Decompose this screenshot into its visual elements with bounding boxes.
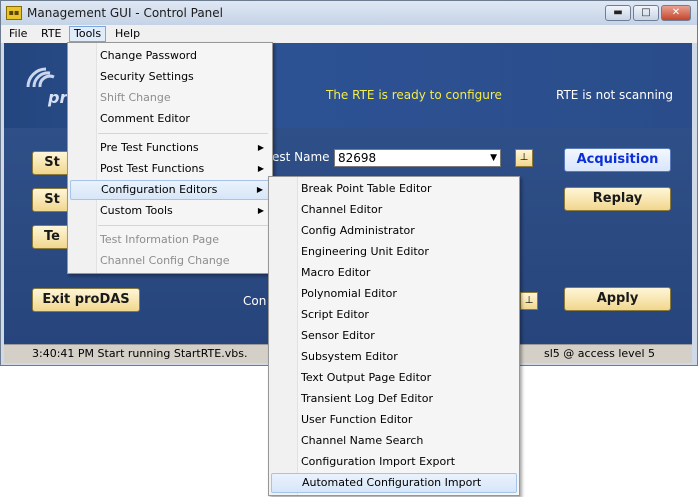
con-label: Con (243, 294, 267, 308)
menu-test-information-page: Test Information Page (100, 233, 219, 246)
app-icon[interactable]: ▪▪ (6, 6, 22, 20)
menu-change-password[interactable]: Change Password (70, 46, 270, 66)
menu-config-administrator[interactable]: Config Administrator (271, 221, 517, 241)
maximize-button[interactable]: □ (633, 5, 659, 21)
pin-icon[interactable]: ⊥ (515, 149, 533, 167)
acquisition-button[interactable]: Acquisition (564, 148, 671, 172)
title-bar[interactable]: ▪▪ Management GUI - Control Panel ▬ □ ✕ (1, 1, 697, 25)
menu-channel-editor[interactable]: Channel Editor (271, 200, 517, 220)
menu-pre-test-functions[interactable]: Pre Test Functions ▶ (70, 138, 270, 158)
rte-scan-status: RTE is not scanning (556, 88, 674, 102)
menu-polynomial-editor[interactable]: Polynomial Editor (271, 284, 517, 304)
replay-button[interactable]: Replay (564, 187, 671, 211)
test-button[interactable]: Te (32, 225, 72, 249)
configuration-editors-submenu: Break Point Table Editor Channel Editor … (268, 176, 520, 496)
menu-custom-tools[interactable]: Custom Tools ▶ (70, 201, 270, 221)
menu-security-settings[interactable]: Security Settings (70, 67, 270, 87)
menu-separator (98, 133, 268, 134)
menu-automated-configuration-import[interactable]: Automated Configuration Import (271, 473, 517, 493)
menu-configuration-import-export[interactable]: Configuration Import Export (271, 452, 517, 472)
submenu-arrow-icon: ▶ (256, 185, 263, 194)
tools-menu: Change Password Security Settings Shift … (67, 42, 273, 274)
apply-button[interactable]: Apply (564, 287, 671, 311)
access-level: sl5 @ access level 5 (544, 347, 655, 360)
menu-script-editor[interactable]: Script Editor (271, 305, 517, 325)
minimize-button[interactable]: ▬ (605, 5, 631, 21)
menu-text-output-page-editor[interactable]: Text Output Page Editor (271, 368, 517, 388)
menu-break-point-table-editor[interactable]: Break Point Table Editor (271, 179, 517, 199)
test-name-label: est Name (272, 150, 330, 164)
test-name-value: 82698 (338, 151, 377, 165)
window-title: Management GUI - Control Panel (27, 6, 224, 20)
menu-sensor-editor[interactable]: Sensor Editor (271, 326, 517, 346)
test-name-select[interactable]: 82698 ▼ (334, 149, 501, 167)
exit-prodas-button[interactable]: Exit proDAS (32, 288, 140, 312)
status-message: 3:40:41 PM Start running StartRTE.vbs. (32, 347, 248, 360)
menu-engineering-unit-editor[interactable]: Engineering Unit Editor (271, 242, 517, 262)
menu-channel-config-change: Channel Config Change (100, 254, 230, 267)
menu-transient-log-def-editor[interactable]: Transient Log Def Editor (271, 389, 517, 409)
menu-help[interactable]: Help (111, 26, 144, 42)
menu-shift-change: Shift Change (100, 91, 171, 104)
menu-comment-editor[interactable]: Comment Editor (70, 109, 270, 129)
menu-user-function-editor[interactable]: User Function Editor (271, 410, 517, 430)
menu-configuration-editors[interactable]: Configuration Editors ▶ (70, 180, 270, 200)
svg-text:pr: pr (47, 88, 68, 107)
pin-icon-2[interactable]: ⊥ (520, 292, 538, 310)
submenu-arrow-icon: ▶ (257, 206, 264, 215)
menu-channel-name-search[interactable]: Channel Name Search (271, 431, 517, 451)
menu-macro-editor[interactable]: Macro Editor (271, 263, 517, 283)
submenu-arrow-icon: ▶ (257, 143, 264, 152)
submenu-arrow-icon: ▶ (257, 164, 264, 173)
rte-ready-status: The RTE is ready to configure (326, 88, 502, 102)
start-button-2[interactable]: St (32, 188, 72, 212)
menu-tools[interactable]: Tools (69, 26, 107, 42)
menu-post-test-functions[interactable]: Post Test Functions ▶ (70, 159, 270, 179)
chevron-down-icon: ▼ (490, 153, 497, 163)
menu-rte[interactable]: RTE (37, 26, 66, 42)
close-button[interactable]: ✕ (661, 5, 691, 21)
menu-file[interactable]: File (5, 26, 31, 42)
menu-separator (98, 225, 268, 226)
menu-subsystem-editor[interactable]: Subsystem Editor (271, 347, 517, 367)
start-button-1[interactable]: St (32, 151, 72, 175)
